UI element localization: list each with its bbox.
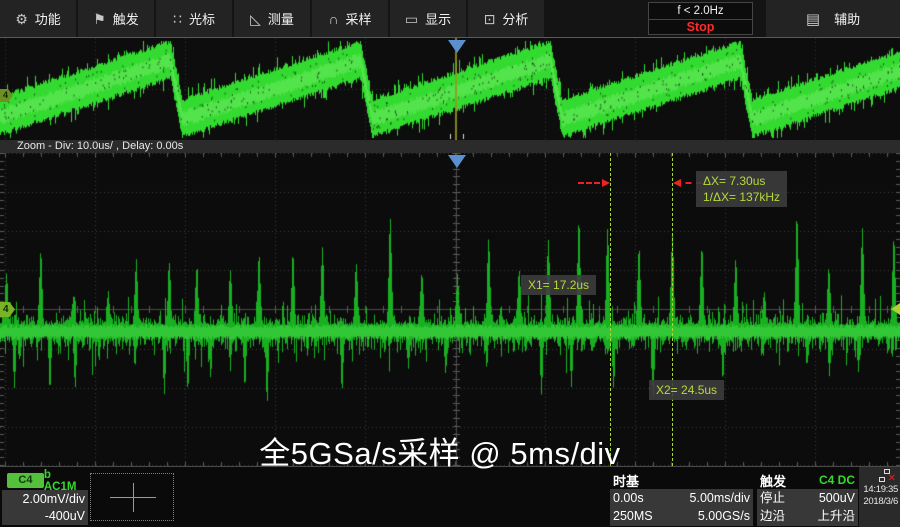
acquisition-state: Stop (686, 20, 715, 34)
cursor-x2-readout: X2= 24.5us (649, 380, 725, 400)
menu-item-acquire[interactable]: ∩ 采样 (312, 0, 388, 37)
trigger-source: C4 DC (818, 473, 855, 487)
menu-label: 辅助 (834, 12, 861, 27)
crosshair-icon (133, 483, 134, 512)
menu-label: 分析 (502, 12, 529, 27)
main-waveform-area[interactable]: ΔX= 7.30us 1/ΔX= 137kHz X1= 17.2us X2= 2… (0, 153, 900, 466)
status-bar: C4 b AC1M 2.00mV/div -400uV 时基 0.00s 5.0… (0, 466, 900, 527)
menu-bar: ⚙ 功能 ⚑ 触发 ∷ 光标 ◺ 测量 ∩ 采样 ▭ 显示 ⊡ 分析 f < 2… (0, 0, 900, 37)
timebase-delay: 0.00s (613, 491, 644, 505)
trigger-type: 边沿 (760, 509, 786, 523)
zoom-overview-window[interactable]: 4 (0, 38, 900, 140)
menu-label: 采样 (345, 12, 372, 27)
delta-x-value: ΔX= 7.30us (703, 174, 766, 188)
zoom-info-bar: Zoom - Div: 10.0us/ , Delay: 0.00s (0, 140, 900, 153)
analysis-icon: ⊡ (483, 10, 496, 27)
sample-rate-caption: 全5GSa/s采样 @ 5ms/div (259, 436, 621, 471)
trigger-status-box[interactable]: f < 2.0Hz Stop (648, 2, 753, 35)
lan-disconnected-icon: ✕ (879, 469, 896, 484)
cursor-grid-icon: ∷ (173, 10, 182, 27)
inverse-delta-x-value: 1/ΔX= 137kHz (703, 190, 781, 204)
menu-label: 测量 (267, 12, 294, 27)
menu-item-display[interactable]: ▭ 显示 (390, 0, 466, 37)
trigger-panel[interactable]: 触发 C4 DC 停止 500uV 边沿 上升沿 (757, 471, 858, 526)
menu-item-function[interactable]: ⚙ 功能 (0, 0, 76, 37)
trigger-position-indicator[interactable] (448, 40, 466, 53)
cursor-x2-line[interactable] (672, 153, 673, 466)
channel-scale: 2.00mV/div (22, 492, 85, 506)
memory-depth: 250MS (613, 509, 653, 523)
trigger-frequency: f < 2.0Hz (677, 5, 724, 17)
display-icon: ▭ (404, 10, 419, 27)
cursor-x1-readout: X1= 17.2us (521, 275, 597, 295)
cursor-x1-line[interactable] (610, 153, 611, 466)
menu-item-utility[interactable]: ▤ 辅助 (766, 0, 900, 37)
measure-icon: ◺ (250, 10, 261, 27)
trigger-slope: 上升沿 (817, 509, 855, 523)
channel4-panel[interactable]: C4 b AC1M 2.00mV/div -400uV (2, 469, 88, 526)
utility-icon: ▤ (805, 10, 821, 28)
clock-panel[interactable]: ✕ 14:19:35 2018/3/6 (859, 467, 900, 527)
menu-label: 光标 (188, 12, 215, 27)
menu-item-analysis[interactable]: ⊡ 分析 (468, 0, 544, 37)
clock-time: 14:19:35 (863, 484, 898, 495)
trigger-mode: 停止 (760, 491, 786, 505)
channel-offset: -400uV (44, 509, 85, 523)
menu-label: 触发 (112, 12, 139, 27)
cursor-x1-arrow (578, 179, 610, 187)
trigger-delay-indicator[interactable] (448, 155, 466, 168)
trigger-level: 500uV (818, 491, 855, 505)
trigger-level-marker[interactable] (891, 303, 900, 315)
menu-label: 显示 (425, 12, 452, 27)
arrow-head-icon (673, 179, 681, 187)
cursor-delta-readout: ΔX= 7.30us 1/ΔX= 137kHz (696, 171, 788, 207)
sample-rate: 5.00GS/s (697, 509, 750, 523)
timebase-title: 时基 (613, 473, 640, 489)
trigger-title: 触发 (760, 473, 787, 489)
menu-item-measure[interactable]: ◺ 测量 (234, 0, 310, 37)
timebase-scale: 5.00ms/div (689, 491, 750, 505)
zoom-waveform-canvas (0, 38, 900, 140)
acquire-icon: ∩ (328, 10, 339, 27)
channel-badge: C4 (7, 473, 44, 488)
arrow-head-icon (602, 179, 610, 187)
oscilloscope-screen: ⚙ 功能 ⚑ 触发 ∷ 光标 ◺ 测量 ∩ 采样 ▭ 显示 ⊡ 分析 f < 2… (0, 0, 900, 527)
gear-icon: ⚙ (15, 10, 28, 27)
menu-item-cursor[interactable]: ∷ 光标 (156, 0, 232, 37)
clock-date: 2018/3/6 (863, 496, 898, 507)
position-preview-box[interactable] (90, 473, 174, 521)
timebase-panel[interactable]: 时基 0.00s 5.00ms/div 250MS 5.00GS/s (610, 471, 753, 526)
flag-icon: ⚑ (93, 10, 106, 27)
menu-label: 功能 (34, 12, 61, 27)
menu-item-trigger[interactable]: ⚑ 触发 (78, 0, 154, 37)
